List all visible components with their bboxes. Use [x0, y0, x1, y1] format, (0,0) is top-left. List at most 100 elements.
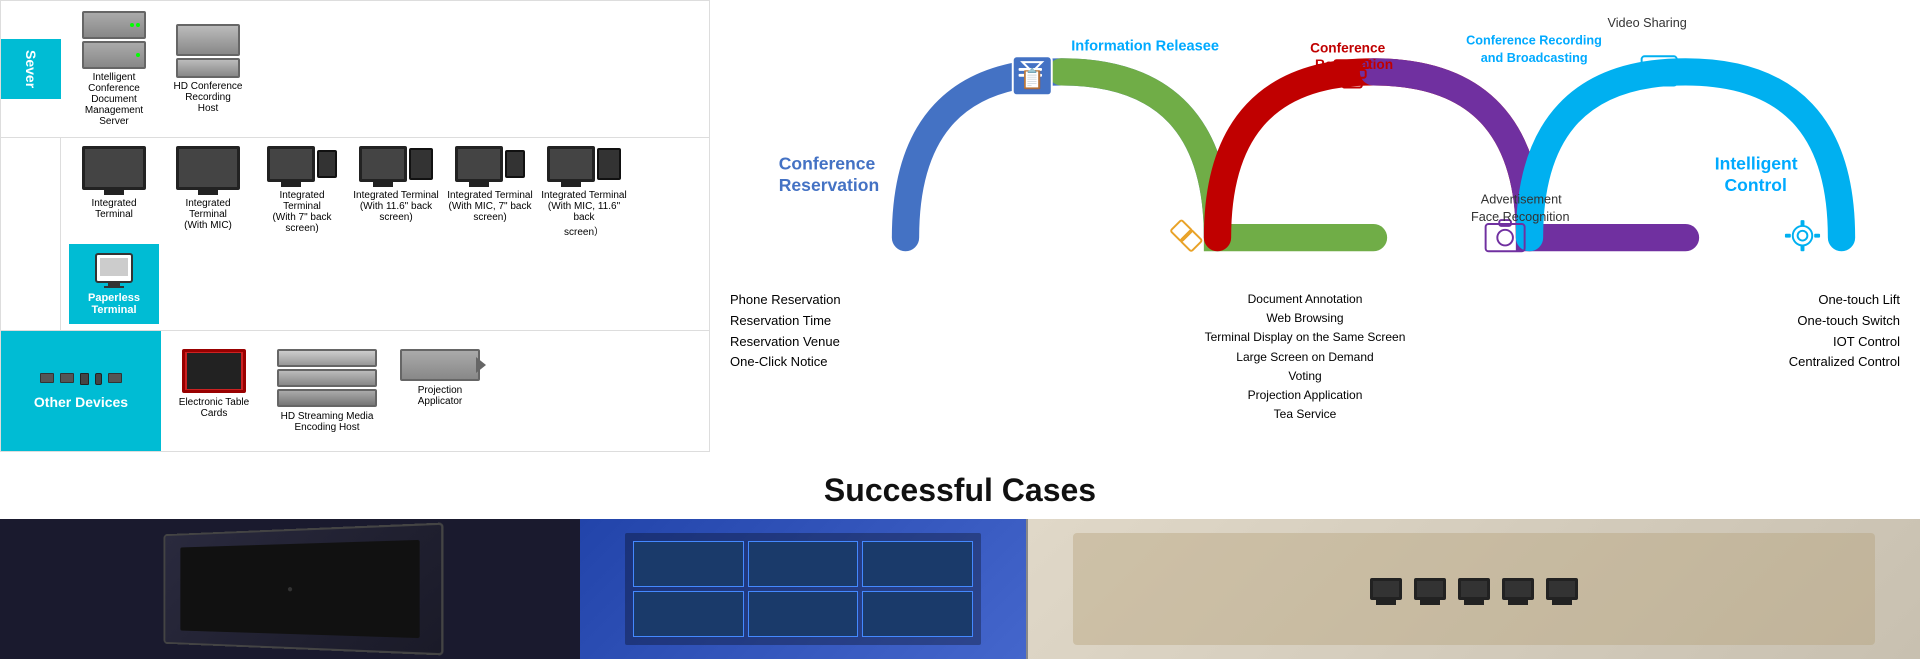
- feature-item: Reservation Venue: [730, 332, 840, 353]
- rack-shape-icon: [176, 24, 240, 56]
- case-room-1: [580, 519, 1028, 659]
- device-label: Projection Applicator: [397, 385, 483, 407]
- device-label: IntegratedTerminal(With 7" backscreen): [272, 190, 331, 234]
- other-devices-items: Electronic Table Cards HD Streaming Medi…: [161, 341, 493, 441]
- display-cell: [862, 591, 973, 637]
- display-cell: [748, 541, 859, 587]
- table-monitor: [1546, 578, 1578, 600]
- monitor-icon-small3: [108, 373, 122, 383]
- monitor-mic-7-icon: [455, 146, 525, 182]
- monitor-station: [1546, 578, 1578, 600]
- server-shape-icon: [82, 11, 146, 39]
- svg-text:Intelligent: Intelligent: [1715, 153, 1798, 173]
- paperless-label: Paperless Terminal: [73, 292, 155, 316]
- svg-text:Reservation: Reservation: [1315, 57, 1393, 72]
- server-row: Sever Intelligent ConferenceDocument Man…: [1, 1, 709, 138]
- list-item: IntegratedTerminal(With 7" backscreen): [257, 144, 347, 236]
- paperless-terminal-item: Paperless Terminal: [69, 244, 159, 324]
- projector-icon: [400, 349, 480, 381]
- spacer2: [1415, 290, 1700, 424]
- list-item: IntegratedTerminal: [69, 144, 159, 222]
- monitor-icon-small: [40, 373, 54, 383]
- monitor-icon-small2: [60, 373, 74, 383]
- svg-text:Video Sharing: Video Sharing: [1608, 16, 1687, 30]
- display-cell: [633, 591, 744, 637]
- monitor-station: [1458, 578, 1490, 600]
- svg-text:Conference: Conference: [779, 153, 876, 173]
- table-monitor: [1370, 578, 1402, 600]
- conference-table: [1073, 533, 1876, 645]
- cases-images: ●: [0, 519, 1920, 659]
- device-screen-text: ●: [287, 583, 293, 594]
- diagram-wrapper: 📋: [730, 10, 1900, 280]
- case-images-container: [580, 519, 1920, 659]
- device-label: Integrated Terminal(With MIC, 11.6" back…: [541, 190, 627, 238]
- device-screen: ●: [180, 540, 419, 638]
- case-image-right: [580, 519, 1920, 659]
- feature-item: One-Click Notice: [730, 352, 828, 373]
- tablet-icon-small: [80, 373, 89, 385]
- list-item: HD Conference RecordingHost: [163, 22, 253, 116]
- device-label: IntegratedTerminal: [91, 198, 136, 220]
- svg-text:and Broadcasting: and Broadcasting: [1481, 51, 1588, 65]
- phone-icon-small: [95, 373, 102, 385]
- feature-item: Phone Reservation: [730, 290, 841, 311]
- svg-text:Information Releasee: Information Releasee: [1071, 38, 1219, 54]
- terminal-items: IntegratedTerminal IntegratedTerminal(Wi…: [61, 138, 709, 330]
- feature-item: Web Browsing: [1266, 309, 1343, 328]
- top-section: Sever Intelligent ConferenceDocument Man…: [0, 0, 1920, 452]
- other-devices-row: Other Devices Electronic Table Cards: [1, 331, 709, 451]
- display-cell: [633, 541, 744, 587]
- display-cell: [862, 541, 973, 587]
- svg-text:Face Recognition: Face Recognition: [1471, 210, 1570, 224]
- feature-item: Centralized Control: [1789, 352, 1900, 373]
- feature-item: Large Screen on Demand: [1236, 348, 1373, 367]
- encoding-host-icon: [277, 349, 377, 407]
- feature-item: Terminal Display on the Same Screen: [1205, 328, 1406, 347]
- monitor-mic-icon: [176, 146, 240, 190]
- terminal-label-spacer: [1, 138, 61, 330]
- spacer: [910, 290, 1195, 424]
- right-panel: 📋: [710, 0, 1920, 452]
- feature-item: One-touch Switch: [1797, 311, 1900, 332]
- display-cell: [748, 591, 859, 637]
- conf-reservation-features: Phone Reservation Reservation Time Reser…: [730, 290, 910, 424]
- room-displays: [625, 533, 982, 645]
- case-image-left: ●: [0, 519, 580, 659]
- screen-red-icon: [182, 349, 246, 393]
- other-devices-label: Other Devices: [1, 331, 161, 451]
- case-room-2: [1028, 519, 1920, 659]
- svg-text:Advertisement: Advertisement: [1481, 193, 1562, 207]
- feature-item: One-touch Lift: [1818, 290, 1900, 311]
- feature-item: Document Annotation: [1248, 290, 1363, 309]
- feature-item: Tea Service: [1274, 405, 1337, 424]
- list-item: HD Streaming Media Encoding Host: [267, 347, 387, 435]
- monitor-station: [1414, 578, 1446, 600]
- server-shape-icon2: [82, 41, 146, 69]
- device-label: HD Streaming Media Encoding Host: [269, 411, 385, 433]
- svg-text:Control: Control: [1725, 175, 1787, 195]
- feature-item: Projection Application: [1248, 386, 1363, 405]
- list-item: Integrated Terminal(With MIC, 11.6" back…: [539, 144, 629, 240]
- monitor-station: [1370, 578, 1402, 600]
- intelligent-control-features: One-touch Lift One-touch Switch IOT Cont…: [1700, 290, 1900, 424]
- device-shape-left: ●: [164, 523, 444, 656]
- table-monitor: [1458, 578, 1490, 600]
- svg-text:Reservation: Reservation: [779, 175, 879, 195]
- list-item: IntegratedTerminal(With MIC): [163, 144, 253, 233]
- other-devices-icons: [39, 372, 123, 386]
- list-item: Intelligent ConferenceDocument Managemen…: [69, 9, 159, 129]
- paperless-terminal-icon: [94, 252, 134, 288]
- server-label: Sever: [1, 39, 61, 99]
- list-item: Integrated Terminal(With MIC, 7" backscr…: [445, 144, 535, 225]
- server-items: Intelligent ConferenceDocument Managemen…: [61, 5, 261, 133]
- svg-text:Conference Recording: Conference Recording: [1466, 34, 1602, 48]
- monitor-11-back-icon: [359, 146, 433, 182]
- list-item: Integrated Terminal(With 11.6" backscree…: [351, 144, 441, 225]
- monitor-mic-11-icon: [547, 146, 621, 182]
- list-item: Projection Applicator: [395, 347, 485, 409]
- table-monitor: [1502, 578, 1534, 600]
- device-label: IntegratedTerminal(With MIC): [184, 198, 232, 231]
- svg-text:📋: 📋: [1020, 68, 1044, 91]
- device-label: Intelligent ConferenceDocument Managemen…: [71, 72, 157, 127]
